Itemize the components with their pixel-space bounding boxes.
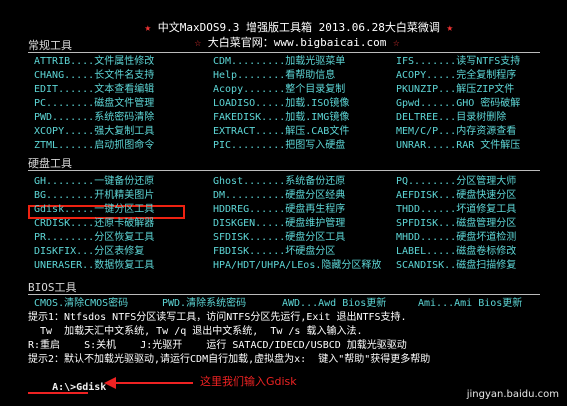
section-label-common: 常规工具: [28, 39, 72, 52]
dos-screen: ★ 中文MaxDOS9.3 增强版工具箱 2013.06.28大白菜微调 ★ ☆…: [0, 0, 567, 405]
section-divider: [28, 170, 540, 171]
tool-entry: PQ........分区管理大师: [396, 176, 517, 187]
tool-entry: PIC.........把图写入硬盘: [213, 140, 346, 151]
tool-entry: AEFDISK...硬盘快速分区: [396, 190, 517, 201]
section-divider: [28, 52, 540, 53]
arrow-shaft: [113, 382, 193, 384]
tool-entry: HPA/HDT/UHPA/LEos.隐藏分区释放: [213, 260, 382, 271]
command-prompt[interactable]: A:\>Gdisk: [28, 370, 106, 406]
tool-entry: CDM.........加载光驱菜单: [213, 56, 346, 67]
star-icon: ☆: [386, 36, 400, 49]
tool-entry: FBDISK......坏硬盘分区: [213, 246, 336, 257]
tool-entry: UNERASER..数据恢复工具: [34, 260, 155, 271]
hint-ntfs: 提示1：Ntfsdos NTFS分区读写工具，访问NTFS分区先运行,Exit …: [28, 312, 407, 323]
tool-entry: GH........一键备份还原: [34, 176, 155, 187]
tool-entry: UNRAR.....RAR 文件解压: [396, 140, 521, 151]
tool-entry: DISKFIX...分区表修复: [34, 246, 145, 257]
tool-entry: Gpwd......GHO 密码破解: [396, 98, 521, 109]
hint-cdm: 提示2：默认不加载光驱驱动,请运行CDM自行加载,虚拟盘为x: 键入"帮助"获得…: [28, 354, 431, 365]
tool-entry: Help........看帮助信息: [213, 70, 336, 81]
tool-entry: BG........开机精美图片: [34, 190, 155, 201]
star-icon: ☆: [194, 36, 208, 49]
tool-entry: DM..........硬盘分区经典: [213, 190, 346, 201]
prompt-underline: [28, 392, 88, 394]
bios-tool-entry: Ami...Ami Bios更新: [418, 298, 523, 309]
tool-entry: DISKGEN.....硬盘维护管理: [213, 218, 346, 229]
header-site: 大白菜官网：www.bigbaicai.com: [207, 36, 387, 49]
tool-entry: Acopy.......整个目录复制: [213, 84, 346, 95]
tool-entry: SFDISK......硬盘分区工具: [213, 232, 346, 243]
tool-entry: MEM/C/P...内存资源查看: [396, 126, 517, 137]
tool-entry: HDDREG......硬盘再生程序: [213, 204, 346, 215]
tool-entry: LABEL.....磁盘卷标修改: [396, 246, 517, 257]
bios-tool-entry: CMOS.清除CMOS密码: [34, 298, 129, 309]
annotation-caption: 这里我们输入Gdisk: [200, 375, 297, 388]
tool-entry: FAKEDISK....加载.IMG镜像: [213, 112, 350, 123]
tool-entry: ACOPY.....完全复制程序: [396, 70, 517, 81]
hint-tw: Tw 加载天汇中文系统, Tw /q 退出中文系统, Tw /s 载入输入法.: [28, 326, 363, 337]
tool-entry: SPFDISK...磁盘管理分区: [396, 218, 517, 229]
section-label-disk: 硬盘工具: [28, 157, 72, 170]
star-icon: ★: [144, 21, 158, 34]
watermark: jingyan.baidu.com: [466, 389, 559, 400]
tool-entry: EXTRACT.....解压.CAB文件: [213, 126, 350, 137]
tool-entry: CHANG.....长文件名支持: [34, 70, 155, 81]
tool-entry: PKUNZIP...解压ZIP文件: [396, 84, 515, 95]
tool-entry: Ghost.......系统备份还原: [213, 176, 346, 187]
tool-entry: CRDISK....还原卡破解器: [34, 218, 155, 229]
bios-tool-entry: PWD.清除系统密码: [162, 298, 247, 309]
tool-entry: DELTREE...目录树删除: [396, 112, 507, 123]
tool-entry: THDD......坏道修复工具: [396, 204, 517, 215]
tool-entry: MHDD......硬盘坏道检测: [396, 232, 517, 243]
tool-entry: Gdisk.....一键分区工具: [34, 204, 155, 215]
tool-entry: PR........分区恢复工具: [34, 232, 155, 243]
tool-entry: ZTML......启动抓图命令: [34, 140, 155, 151]
tool-entry: IFS.......读写NTFS支持: [396, 56, 521, 67]
tool-entry: PC........磁盘文件管理: [34, 98, 155, 109]
bios-tool-entry: AWD...Awd Bios更新: [282, 298, 387, 309]
tool-entry: SCANDISK..磁盘扫描修复: [396, 260, 517, 271]
hint-reboot: R:重启 S:关机 J:光驱开 运行 SATACD/IDECD/USBCD 加载…: [28, 340, 407, 351]
tool-entry: EDIT......文本查看编辑: [34, 84, 155, 95]
tool-entry: PWD.......系统密码清除: [34, 112, 155, 123]
tool-entry: LOADISO.....加载.ISO镜像: [213, 98, 350, 109]
section-label-bios: BIOS工具: [28, 281, 77, 294]
star-icon: ★: [439, 21, 454, 34]
tool-entry: XCOPY.....强大复制工具: [34, 126, 155, 137]
tool-entry: ATTRIB....文件属性修改: [34, 56, 155, 67]
section-divider: [28, 294, 540, 295]
